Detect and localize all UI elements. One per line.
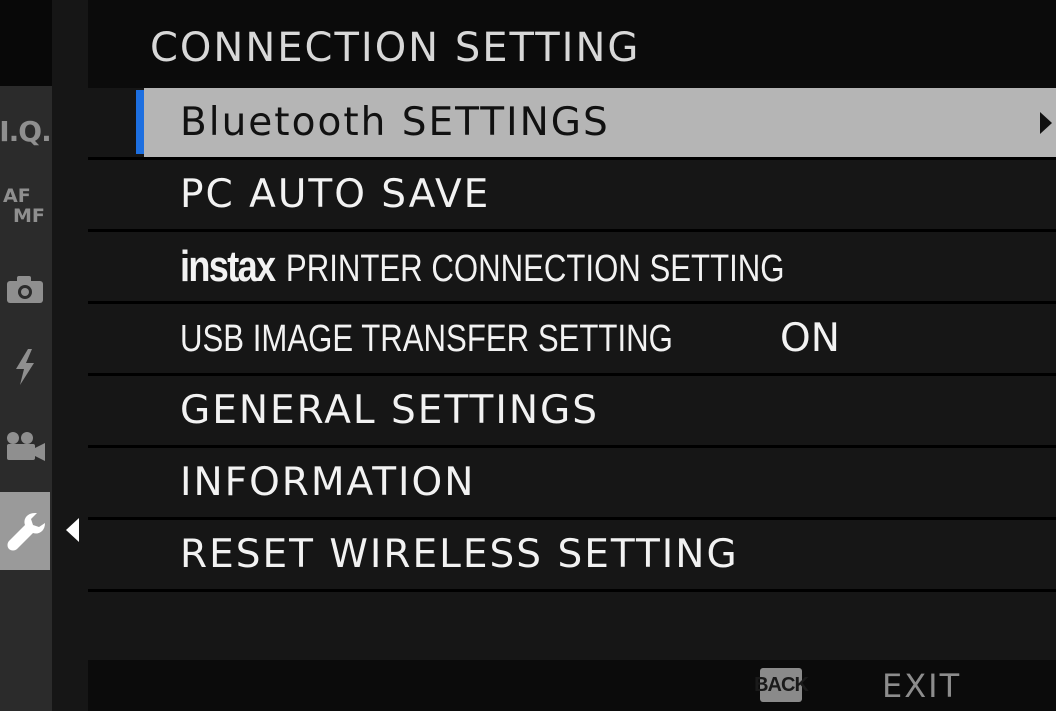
sidebar-item-af-mf[interactable]: AF MF [0,170,50,244]
menu-item-label: instax PRINTER CONNECTION SETTING [180,241,785,291]
menu-item-usb-image-transfer[interactable]: USB IMAGE TRANSFER SETTING ON [88,304,1056,376]
active-category-arrow-icon [66,518,79,542]
menu-item-value: ON [780,316,840,361]
menu-item-label: RESET WIRELESS SETTING [180,532,739,577]
flash-icon [16,349,34,385]
menu-item-bluetooth-settings[interactable]: Bluetooth SETTINGS [88,88,1056,160]
menu-item-label: USB IMAGE TRANSFER SETTING [180,317,673,360]
menu-item-general-settings[interactable]: GENERAL SETTINGS [88,376,1056,448]
instax-logo: instax [180,241,276,291]
sidebar-item-flash[interactable] [0,330,50,404]
menu-item-label: Bluetooth SETTINGS [180,100,610,145]
category-sidebar: I.Q. AF MF [0,0,52,711]
movie-camera-icon [7,432,45,461]
af-mf-icon: AF MF [1,185,49,229]
menu-item-pc-auto-save[interactable]: PC AUTO SAVE [88,160,1056,232]
image-quality-icon: I.Q. [0,114,52,148]
submenu-arrow-icon [1040,111,1052,134]
camera-icon [7,276,43,303]
menu-item-reset-wireless-setting[interactable]: RESET WIRELESS SETTING [88,520,1056,592]
menu-item-label: GENERAL SETTINGS [180,388,600,433]
sidebar-item-setup[interactable] [0,492,50,570]
menu-item-label: PC AUTO SAVE [180,172,491,217]
menu-item-information[interactable]: INFORMATION [88,448,1056,520]
footer-bar: BACK EXIT [88,660,1056,711]
back-button-icon[interactable]: BACK [754,668,809,702]
exit-label: EXIT [882,667,962,705]
menu-item-label-text: PRINTER CONNECTION SETTING [285,247,785,290]
connection-setting-menu: Bluetooth SETTINGS PC AUTO SAVE instax PR… [88,88,1056,664]
page-title: CONNECTION SETTING [150,25,641,71]
menu-item-instax-printer-connection[interactable]: instax PRINTER CONNECTION SETTING [88,232,1056,304]
sidebar-item-shooting[interactable] [0,252,50,326]
menu-item-empty [88,592,1056,664]
mf-label: MF [13,205,45,227]
sidebar-item-movie[interactable] [0,410,50,484]
wrench-icon [7,513,45,551]
sidebar-item-image-quality[interactable]: I.Q. [0,94,52,168]
af-label: AF [3,185,31,207]
sidebar-divider [52,0,88,711]
sidebar-header-blank [0,0,52,86]
menu-item-label: INFORMATION [180,460,476,505]
selection-accent-bar [136,90,144,154]
